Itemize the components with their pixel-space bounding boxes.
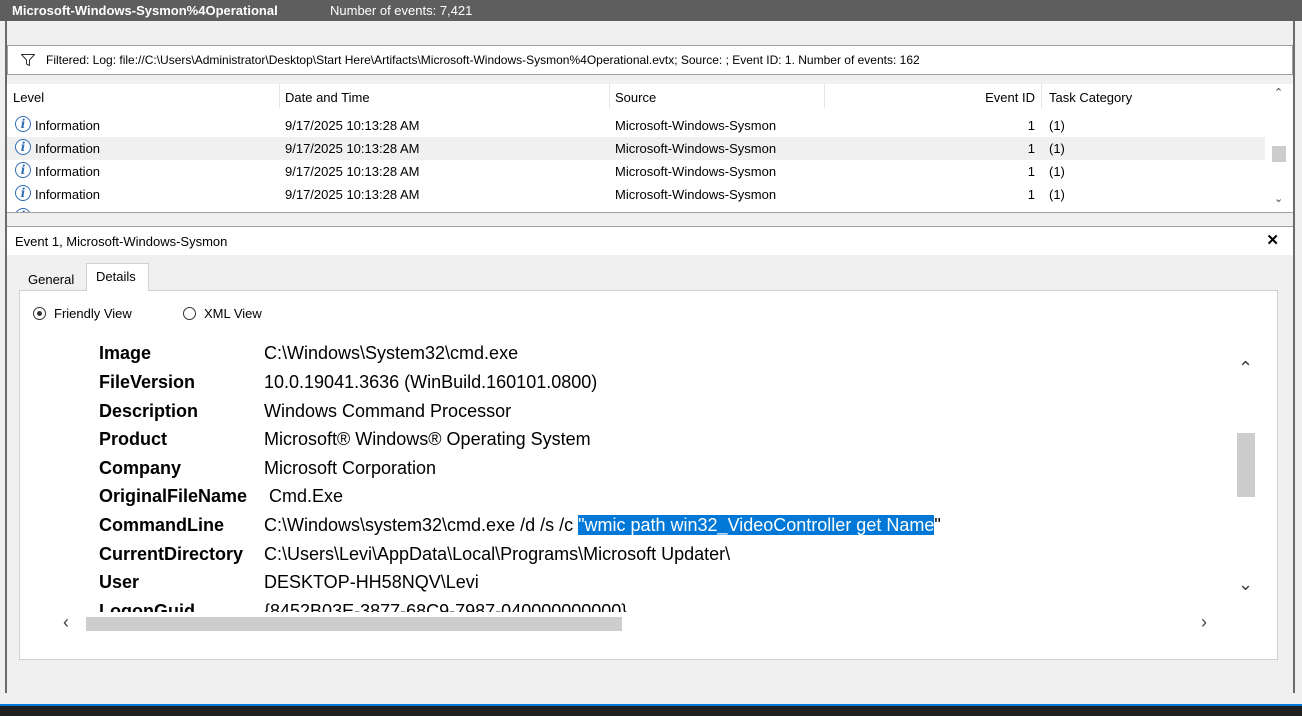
events-list-scrollbar[interactable]: ⌃ ⌄	[1270, 84, 1288, 212]
information-icon: i	[15, 185, 31, 201]
scroll-left-icon[interactable]: ‹	[63, 612, 69, 633]
information-icon: i	[15, 139, 31, 155]
field-row-image: Image C:\Windows\System32\cmd.exe	[99, 343, 519, 363]
tab-details[interactable]: Details	[86, 263, 149, 291]
events-list[interactable]: Level Date and Time Source Event ID Task…	[7, 84, 1293, 213]
table-row-partial[interactable]: i	[7, 206, 1265, 212]
filter-bar: Filtered: Log: file://C:\Users\Administr…	[7, 45, 1293, 75]
scrollbar-thumb[interactable]	[1237, 433, 1255, 497]
information-icon: i	[15, 208, 31, 212]
information-icon: i	[15, 116, 31, 132]
field-row-description: Description Windows Command Processor	[99, 401, 512, 421]
column-header-source[interactable]: Source	[609, 84, 824, 110]
command-line-value[interactable]: C:\Windows\system32\cmd.exe /d /s /c "wm…	[264, 515, 941, 536]
field-row-file-version: FileVersion 10.0.19041.3636 (WinBuild.16…	[99, 372, 598, 392]
scroll-down-icon[interactable]: ⌄	[1238, 574, 1253, 595]
field-row-logon-guid: LogonGuid {8452B03E-3877-68C9-7987-04000…	[99, 601, 628, 612]
table-row-selected[interactable]: i Information 9/17/2025 10:13:28 AM Micr…	[7, 137, 1265, 160]
event-detail-title: Event 1, Microsoft-Windows-Sysmon	[15, 234, 228, 249]
radio-selected-icon	[33, 307, 46, 320]
scroll-up-icon[interactable]: ⌃	[1274, 86, 1283, 99]
table-row[interactable]: i Information 9/17/2025 10:13:28 AM Micr…	[7, 160, 1265, 183]
scroll-right-icon[interactable]: ›	[1201, 612, 1207, 633]
event-detail-header: Event 1, Microsoft-Windows-Sysmon ✕	[7, 226, 1293, 255]
friendly-view-content[interactable]: Image C:\Windows\System32\cmd.exe FileVe…	[43, 340, 1225, 612]
close-icon[interactable]: ✕	[1266, 231, 1279, 249]
filter-icon	[20, 54, 36, 69]
field-row-original-file-name: OriginalFileName Cmd.Exe	[99, 486, 344, 506]
details-vertical-scrollbar[interactable]: ⌃ ⌄	[1230, 340, 1260, 612]
column-header-event-id[interactable]: Event ID	[824, 84, 1041, 110]
scrollbar-thumb[interactable]	[1272, 146, 1286, 162]
log-name: Microsoft-Windows-Sysmon%4Operational	[12, 3, 278, 18]
table-row[interactable]: i Information 9/17/2025 10:13:28 AM Micr…	[7, 183, 1265, 206]
radio-unselected-icon	[183, 307, 196, 320]
information-icon: i	[15, 162, 31, 178]
xml-view-radio[interactable]: XML View	[183, 306, 262, 321]
field-row-user: User DESKTOP-HH58NQV\Levi	[99, 572, 479, 592]
friendly-view-radio[interactable]: Friendly View	[33, 306, 132, 321]
field-row-current-directory: CurrentDirectory C:\Users\Levi\AppData\L…	[99, 544, 731, 564]
column-header-task-category[interactable]: Task Category	[1041, 84, 1265, 110]
field-row-command-line: CommandLine C:\Windows\system32\cmd.exe …	[99, 515, 941, 536]
table-row[interactable]: i Information 9/17/2025 10:13:28 AM Micr…	[7, 114, 1265, 137]
selected-text[interactable]: "wmic path win32_VideoController get Nam…	[578, 515, 935, 535]
scrollbar-thumb[interactable]	[86, 617, 622, 631]
filter-text: Filtered: Log: file://C:\Users\Administr…	[46, 53, 920, 67]
field-row-product: Product Microsoft® Windows® Operating Sy…	[99, 429, 591, 449]
taskbar-edge	[0, 706, 1302, 716]
details-horizontal-scrollbar[interactable]: ‹ ›	[43, 612, 1233, 636]
log-title-bar: Microsoft-Windows-Sysmon%4Operational Nu…	[0, 0, 1302, 21]
event-count: Number of events: 7,421	[330, 3, 473, 18]
scroll-up-icon[interactable]: ⌃	[1238, 358, 1253, 379]
field-row-company: Company Microsoft Corporation	[99, 458, 437, 478]
scroll-down-icon[interactable]: ⌄	[1274, 192, 1283, 205]
column-header-level[interactable]: Level	[7, 84, 279, 110]
column-header-date-time[interactable]: Date and Time	[279, 84, 609, 110]
